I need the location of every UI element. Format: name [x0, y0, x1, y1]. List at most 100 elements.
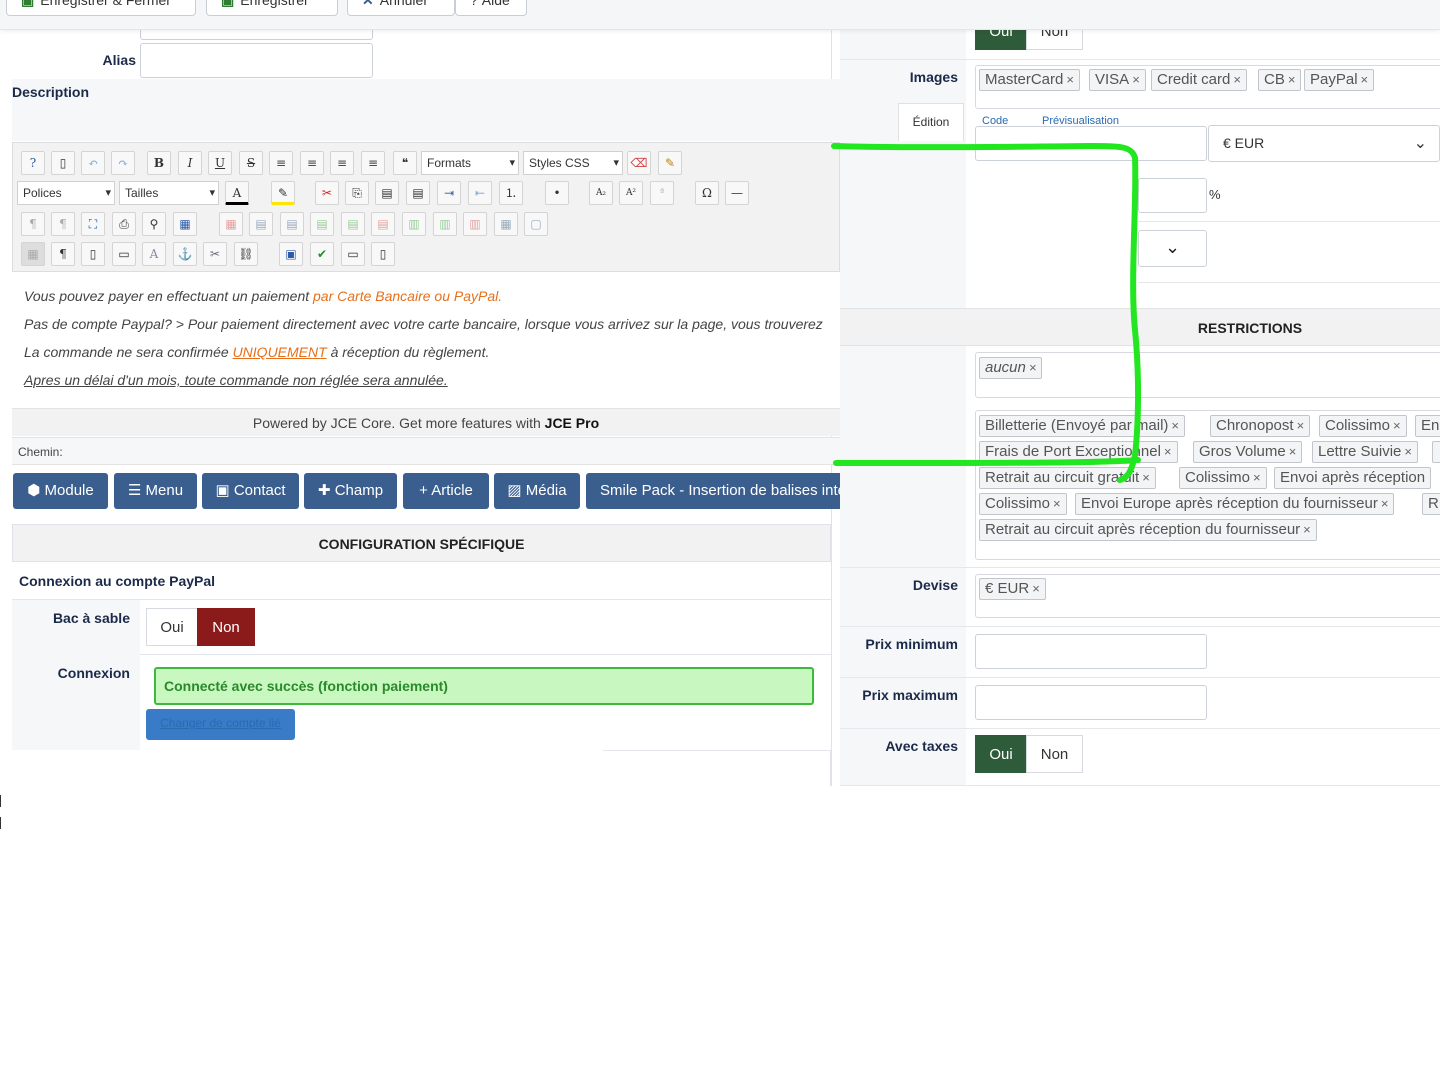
remove-icon[interactable]: × [1142, 470, 1150, 485]
media-button[interactable]: ▨ Média [494, 473, 580, 509]
shipping-tag[interactable]: En [1415, 415, 1440, 437]
shipping-tag[interactable]: Retrait au circuit gratuit × [979, 467, 1156, 489]
cancel-button[interactable]: ✕ Annuler [347, 0, 455, 16]
tab-edition[interactable]: Édition [898, 103, 964, 141]
shipping-tag[interactable]: Envoi après réception [1274, 467, 1432, 489]
spellcheck-icon[interactable]: ✔ [310, 242, 334, 266]
charmap-icon[interactable]: ª [650, 181, 674, 205]
template-icon[interactable]: ▯ [81, 242, 105, 266]
currency-select[interactable]: € EUR ⌄ [1208, 125, 1440, 162]
new-document-icon[interactable]: ▯ [51, 151, 75, 175]
horizontal-rule-icon[interactable]: — [725, 181, 749, 205]
amount-field[interactable] [975, 126, 1207, 161]
styles-select[interactable]: Styles CSS [523, 151, 623, 175]
shipping-tag[interactable]: Colissimo × [1179, 467, 1267, 489]
print-icon[interactable]: ⎙ [112, 212, 136, 236]
align-justify-icon[interactable]: ≡ [269, 151, 293, 175]
article-button[interactable]: + Article [403, 473, 489, 509]
sandbox-no-toggle[interactable]: Non [197, 608, 255, 646]
outdent-icon[interactable]: ⇤ [468, 181, 492, 205]
remove-icon[interactable]: × [1361, 72, 1369, 87]
remove-icon[interactable]: × [1404, 444, 1412, 459]
image-tag[interactable]: CB × [1258, 69, 1302, 91]
taxes-no-toggle[interactable]: Non [1026, 735, 1083, 773]
bullet-list-icon[interactable]: • [545, 181, 569, 205]
table-col-before-icon[interactable]: ▥ [402, 212, 426, 236]
search-icon[interactable]: ⚲ [142, 212, 166, 236]
superscript-icon[interactable]: A² [619, 181, 643, 205]
table-row-props-icon[interactable]: ▤ [310, 212, 334, 236]
anchor-icon[interactable]: ⚓ [173, 242, 197, 266]
source-code-icon[interactable]: ▯ [371, 242, 395, 266]
devise-tag[interactable]: € EUR × [979, 578, 1046, 600]
align-left-icon[interactable]: ≡ [330, 151, 354, 175]
shipping-tag[interactable]: Envoi Europe après réception du fourniss… [1075, 493, 1395, 515]
table-delete-icon[interactable]: ▦ [219, 212, 243, 236]
bold-icon[interactable]: B [147, 151, 171, 175]
table-split-icon[interactable]: ▦ [494, 212, 518, 236]
cut-icon[interactable]: ✂ [315, 181, 339, 205]
sandbox-yes-toggle[interactable]: Oui [146, 608, 198, 646]
jce-pro-link[interactable]: JCE Pro [545, 415, 599, 431]
formats-select[interactable]: Formats [421, 151, 519, 175]
page-break-icon[interactable]: ▭ [341, 242, 365, 266]
shipping-tag[interactable]: Retrait au circuit après réception du fo… [979, 519, 1317, 541]
help-button[interactable]: ? Aide [455, 0, 527, 16]
field-button[interactable]: ✚ Champ [304, 473, 397, 509]
table-col-after-icon[interactable]: ▥ [433, 212, 457, 236]
shipping-tag[interactable]: Billetterie (Envoyé par mail) × [979, 415, 1185, 437]
remove-icon[interactable]: × [1029, 360, 1037, 375]
table-col-delete-icon[interactable]: ▥ [463, 212, 487, 236]
highlight-icon[interactable]: ✎ [271, 181, 295, 205]
shipping-tag[interactable]: Frais de Port Exceptionnel × [979, 441, 1178, 463]
shipping-tag[interactable]: Colissimo × [1319, 415, 1407, 437]
paragraph-rtl-icon[interactable]: ¶ [51, 212, 75, 236]
fonts-select[interactable]: Polices [17, 181, 115, 205]
fullscreen-icon[interactable]: ⛶ [81, 212, 105, 236]
shipping-tag[interactable]: Lettre Suivie × [1312, 441, 1418, 463]
save-button[interactable]: ▣ Enregistrer [206, 0, 338, 16]
eraser-icon[interactable]: ⌫ [627, 151, 651, 175]
remove-icon[interactable]: × [1053, 496, 1061, 511]
style-props-icon[interactable]: A [142, 242, 166, 266]
chevron-down-icon[interactable]: ⌄ [1138, 230, 1207, 267]
restriction-tag[interactable]: aucun × [979, 357, 1043, 379]
remove-icon[interactable]: × [1032, 581, 1040, 596]
image-tag[interactable]: MasterCard × [979, 69, 1080, 91]
remove-icon[interactable]: × [1233, 72, 1241, 87]
undo-icon[interactable]: ↶ [81, 151, 105, 175]
table-row-before-icon[interactable]: ▤ [249, 212, 273, 236]
underline-icon[interactable]: U [208, 151, 232, 175]
table-row-after-icon[interactable]: ▤ [280, 212, 304, 236]
link-icon[interactable]: ⛓ [234, 242, 258, 266]
smile-pack-button[interactable]: Smile Pack - Insertion de balises intel [586, 473, 840, 509]
subscript-icon[interactable]: A₂ [589, 181, 613, 205]
restriction-tag-field[interactable] [975, 352, 1440, 398]
min-price-field[interactable] [975, 634, 1207, 669]
table-icon[interactable]: ▦ [173, 212, 197, 236]
change-account-button[interactable]: Changer de compte lié [146, 709, 295, 740]
contact-button[interactable]: ▣ Contact [202, 473, 299, 509]
remove-icon[interactable]: × [1164, 444, 1172, 459]
max-price-field[interactable] [975, 685, 1207, 720]
help-icon[interactable]: ? [21, 151, 45, 175]
table-merge-icon[interactable]: ▢ [524, 212, 548, 236]
table-row-delete-icon[interactable]: ▤ [371, 212, 395, 236]
image-tag[interactable]: VISA × [1089, 69, 1146, 91]
unlink-icon[interactable]: ✂ [203, 242, 227, 266]
remove-icon[interactable]: × [1288, 72, 1296, 87]
special-char-icon[interactable]: Ω [695, 181, 719, 205]
remove-icon[interactable]: × [1393, 418, 1401, 433]
alias-field[interactable] [140, 43, 373, 78]
image-tag[interactable]: Credit card × [1151, 69, 1247, 91]
paste-text-icon[interactable]: ▤ [406, 181, 430, 205]
blockquote-icon[interactable]: ❝ [393, 151, 417, 175]
shipping-tag[interactable]: Colissimo × [979, 493, 1067, 515]
align-center-icon[interactable]: ≡ [300, 151, 324, 175]
remove-icon[interactable]: × [1289, 444, 1297, 459]
table-cell-props-icon[interactable]: ▤ [341, 212, 365, 236]
clean-icon[interactable]: ✎ [658, 151, 682, 175]
ordered-list-icon[interactable]: ⒈ [499, 181, 523, 205]
redo-icon[interactable]: ↷ [111, 151, 135, 175]
remove-icon[interactable]: × [1171, 418, 1179, 433]
